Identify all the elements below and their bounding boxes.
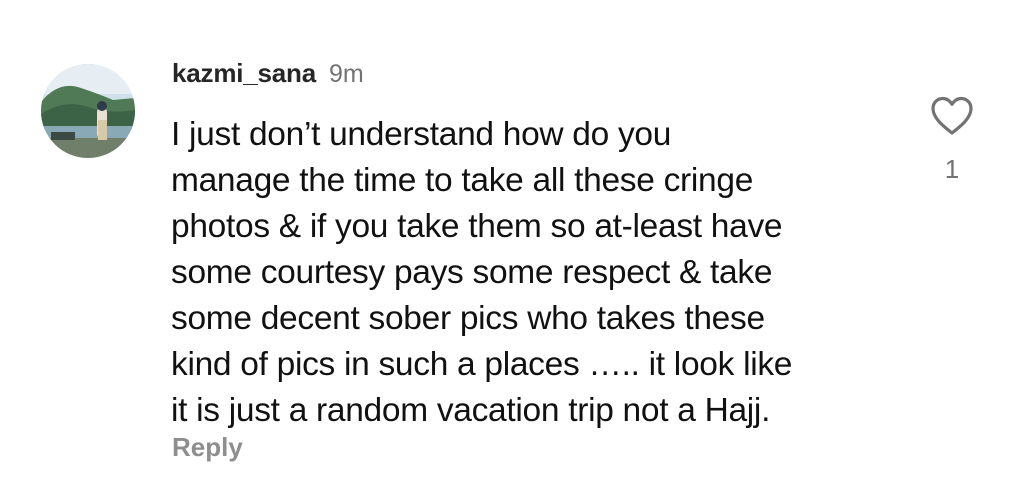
comment-item: kazmi_sana 9m I just don’t understand ho… xyxy=(0,0,1024,504)
like-button[interactable] xyxy=(929,95,975,137)
comment-header: kazmi_sana 9m xyxy=(172,58,364,92)
avatar-image xyxy=(41,64,135,158)
heart-outline-icon xyxy=(931,96,973,135)
username-link[interactable]: kazmi_sana xyxy=(172,58,316,89)
avatar[interactable] xyxy=(41,64,135,158)
like-count: 1 xyxy=(944,154,960,184)
comment-timestamp: 9m xyxy=(328,60,364,88)
reply-button[interactable]: Reply xyxy=(172,432,243,463)
comment-text: I just don’t understand how do you manag… xyxy=(171,116,793,429)
